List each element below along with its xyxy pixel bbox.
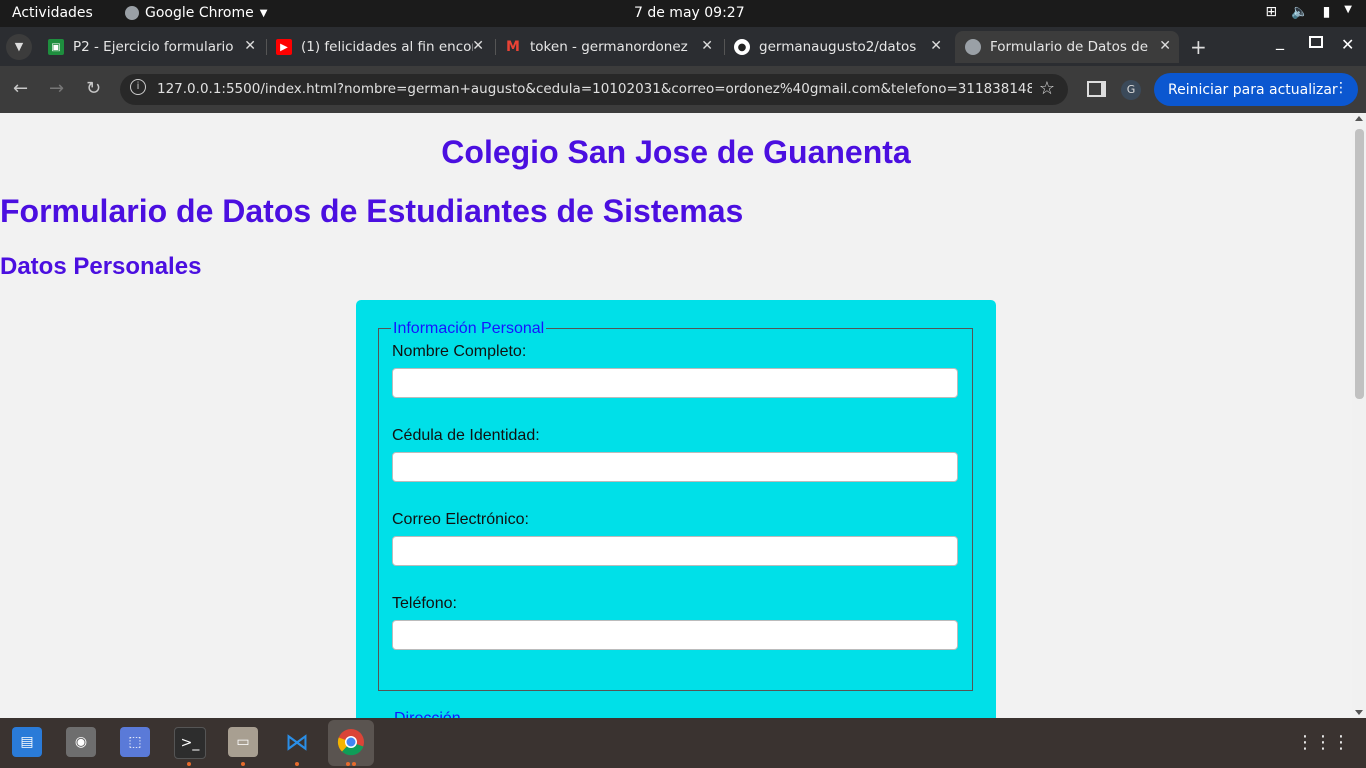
update-button[interactable]: Reiniciar para actualizar ⋮ <box>1154 73 1358 106</box>
name-label: Nombre Completo: <box>392 343 527 360</box>
running-indicator <box>295 762 299 766</box>
tab-title: P2 - Ejercicio formulario <box>73 39 234 55</box>
site-info-icon[interactable]: i <box>130 79 146 95</box>
phone-input[interactable] <box>392 620 958 650</box>
files-icon[interactable]: ▭ <box>228 727 258 757</box>
image-viewer-icon[interactable]: ◉ <box>66 727 96 757</box>
bookmark-star-icon[interactable]: ☆ <box>1039 78 1055 99</box>
volume-icon: 🔈 <box>1291 4 1309 20</box>
tab-separator <box>266 39 267 55</box>
fieldset-legend: Información Personal <box>391 320 547 338</box>
close-icon[interactable]: ✕ <box>701 38 713 54</box>
youtube-icon: ▶ <box>276 39 292 55</box>
tab-separator <box>495 39 496 55</box>
forward-arrow-icon[interactable]: → <box>49 78 64 99</box>
screenshot-tool-icon[interactable]: ⬚ <box>120 727 150 757</box>
tab-formulario-active[interactable]: Formulario de Datos de ✕ <box>955 31 1179 63</box>
email-input[interactable] <box>392 536 958 566</box>
scroll-down-arrow-icon[interactable] <box>1355 710 1363 715</box>
update-label: Reiniciar para actualizar <box>1168 81 1338 98</box>
tab-gmail[interactable]: M token - germanordonez ✕ <box>497 31 721 63</box>
id-input[interactable] <box>392 452 958 482</box>
network-icon: ⊞ <box>1265 4 1278 20</box>
scroll-thumb[interactable] <box>1355 129 1364 399</box>
phone-label: Teléfono: <box>392 595 457 612</box>
email-label: Correo Electrónico: <box>392 511 529 528</box>
close-icon[interactable]: ✕ <box>472 38 484 54</box>
tab-strip: ▼ ▣ P2 - Ejercicio formulario ✕ ▶ (1) fe… <box>0 27 1366 66</box>
reload-icon[interactable]: ↻ <box>86 78 101 99</box>
tab-youtube[interactable]: ▶ (1) felicidades al fin encontraste ✕ <box>268 31 492 63</box>
name-input[interactable] <box>392 368 958 398</box>
terminal-icon[interactable]: >_ <box>174 727 206 759</box>
tab-classroom[interactable]: ▣ P2 - Ejercicio formulario ✕ <box>40 31 264 63</box>
page-scrollbar[interactable] <box>1352 113 1366 718</box>
address-bar[interactable]: i 127.0.0.1:5500/index.html?nombre=germa… <box>120 74 1068 105</box>
tab-title: germanaugusto2/datos <box>759 39 917 55</box>
tab-search-button[interactable]: ▼ <box>6 34 32 60</box>
new-tab-button[interactable]: + <box>1190 35 1207 59</box>
running-indicator <box>352 762 356 766</box>
tab-title: Formulario de Datos de <box>990 39 1149 55</box>
classroom-icon: ▣ <box>48 39 64 55</box>
back-arrow-icon[interactable]: ← <box>13 78 28 99</box>
text-editor-icon[interactable]: ▤ <box>12 727 42 757</box>
running-indicator <box>187 762 191 766</box>
scroll-up-arrow-icon[interactable] <box>1355 116 1363 121</box>
chrome-icon[interactable] <box>336 727 366 757</box>
section-title: Datos Personales <box>0 253 202 280</box>
taskbar-dock: ▤ ◉ ⬚ >_ ▭ ⋈ ⋮⋮⋮ <box>0 718 1366 768</box>
close-window-button[interactable]: ✕ <box>1341 35 1354 54</box>
system-status[interactable]: ⊞ 🔈 ▮ ▼ <box>1265 4 1352 20</box>
tab-separator <box>724 39 725 55</box>
address-legend: Dirección <box>394 710 461 718</box>
id-label: Cédula de Identidad: <box>392 427 540 444</box>
system-top-bar: Actividades Google Chrome ▼ 7 de may 09:… <box>0 0 1366 27</box>
battery-icon: ▮ <box>1322 4 1331 20</box>
chevron-down-icon: ▼ <box>1344 4 1352 15</box>
github-icon: ● <box>734 39 750 55</box>
app-name: Google Chrome <box>145 5 254 21</box>
url-text[interactable]: 127.0.0.1:5500/index.html?nombre=german+… <box>157 81 1032 97</box>
minimize-button[interactable]: _ <box>1276 31 1284 50</box>
vscode-icon[interactable]: ⋈ <box>282 727 312 757</box>
gmail-icon: M <box>506 39 520 55</box>
form-container: Información Personal Nombre Completo: Cé… <box>356 300 996 718</box>
chevron-down-icon: ▼ <box>259 7 268 19</box>
page-viewport: Colegio San Jose de Guanenta Formulario … <box>0 113 1352 718</box>
running-indicator <box>346 762 350 766</box>
tab-github[interactable]: ● germanaugusto2/datos ✕ <box>726 31 950 63</box>
tab-title: token - germanordonez <box>530 39 688 55</box>
clock[interactable]: 7 de may 09:27 <box>634 5 745 21</box>
close-icon[interactable]: ✕ <box>930 38 942 54</box>
form-title: Formulario de Datos de Estudiantes de Si… <box>0 193 744 229</box>
browser-toolbar: ← → ↻ i 127.0.0.1:5500/index.html?nombre… <box>0 66 1366 113</box>
chrome-logo-icon <box>337 729 364 756</box>
globe-icon <box>965 39 981 55</box>
maximize-button[interactable] <box>1309 36 1323 48</box>
running-indicator <box>241 762 245 766</box>
tab-title: (1) felicidades al fin encontraste <box>301 39 473 55</box>
close-icon[interactable]: ✕ <box>1159 38 1171 54</box>
personal-info-fieldset: Información Personal Nombre Completo: Cé… <box>378 320 973 691</box>
chrome-small-icon <box>125 6 139 20</box>
app-menu[interactable]: Google Chrome ▼ <box>125 5 267 21</box>
more-options-icon[interactable]: ⋮ <box>1334 80 1348 96</box>
school-title: Colegio San Jose de Guanenta <box>441 134 911 170</box>
activities-button[interactable]: Actividades <box>12 5 93 21</box>
side-panel-icon[interactable] <box>1087 81 1106 97</box>
profile-avatar[interactable]: G <box>1121 80 1141 100</box>
close-icon[interactable]: ✕ <box>244 38 256 54</box>
app-grid-icon[interactable]: ⋮⋮⋮ <box>1296 732 1350 753</box>
